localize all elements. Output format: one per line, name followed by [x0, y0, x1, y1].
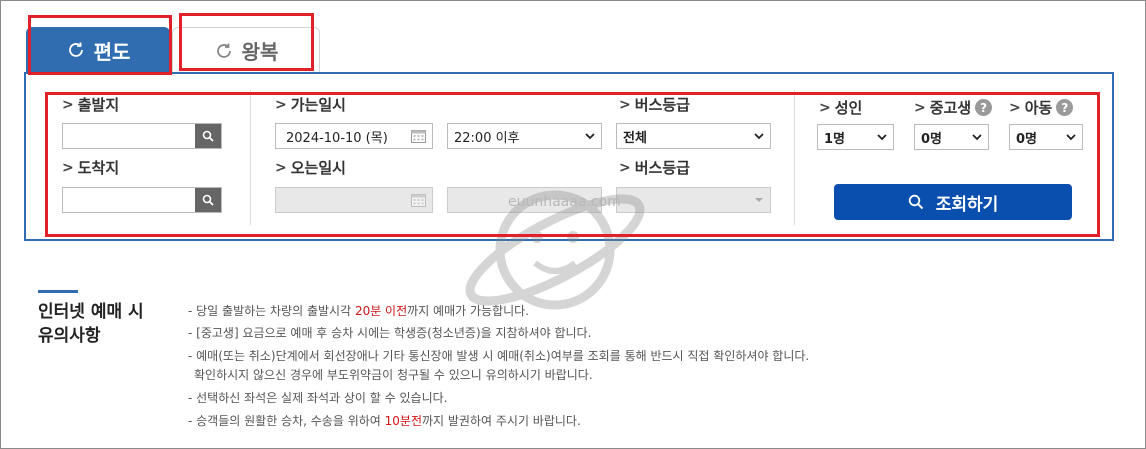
return-time-select [447, 187, 602, 213]
chevron-down-icon [972, 134, 982, 141]
calendar-icon [411, 194, 426, 207]
notice-title: 인터넷 예매 시 유의사항 [38, 300, 144, 348]
notice-item: - [중고생] 요금으로 예매 후 승차 시에는 학생증(청소년증)을 지참하셔… [188, 326, 592, 340]
student-count-select[interactable]: 0명 [914, 124, 989, 150]
refresh-icon [68, 42, 83, 57]
bus-grade-label-text: 버스등급 [634, 96, 690, 114]
depart-date-input[interactable]: 2024-10-10 (목) [275, 123, 433, 149]
arrival-input[interactable] [62, 187, 222, 213]
bus-grade-label: > 버스등급 [619, 96, 690, 114]
tab-roundtrip-label: 왕복 [241, 40, 279, 64]
notice-title-line2: 유의사항 [38, 326, 101, 346]
notice-item: - 당일 출발하는 차량의 출발시각 20분 이전까지 예매가 가능합니다. [188, 304, 530, 318]
bus-grade-value: 전체 [623, 130, 647, 146]
tab-roundtrip[interactable]: 왕복 [172, 27, 320, 73]
tab-oneway-label: 편도 [93, 39, 131, 64]
search-button-label: 조회하기 [935, 194, 999, 215]
chevron-down-icon [877, 134, 887, 141]
notice-item: - 예매(또는 취소)단계에서 회선장애나 기타 통신장애 발생 시 예매(취소… [188, 349, 810, 363]
arrival-label: > 도착지 [62, 159, 120, 177]
depart-date-value: 2024-10-10 (목) [286, 130, 388, 146]
bus-grade-return-label: > 버스등급 [619, 159, 690, 177]
search-icon [908, 194, 923, 210]
bus-grade-select[interactable]: 전체 [616, 123, 771, 149]
depart-date-label: > 가는일시 [275, 96, 346, 114]
help-icon[interactable]: ? [975, 99, 993, 116]
chevron-down-icon [1066, 134, 1076, 141]
notice-item: 확인하시지 않으신 경우에 부도위약금이 청구될 수 있으니 유의하시기 바랍니… [194, 368, 593, 382]
bus-grade-return-label-text: 버스등급 [634, 159, 690, 177]
adult-count-value: 1명 [824, 131, 846, 147]
bus-grade-return-select [616, 187, 771, 213]
return-date-input [275, 187, 433, 213]
notice-item: - 선택하신 좌석은 실제 좌석과 상이 할 수 있습니다. [188, 391, 448, 405]
student-label-text: 중고생 [929, 99, 972, 117]
chevron-down-icon [754, 133, 764, 140]
departure-search-button[interactable] [195, 124, 221, 148]
refresh-icon [216, 43, 231, 58]
notice-title-line1: 인터넷 예매 시 [38, 302, 144, 322]
adult-count-select[interactable]: 1명 [817, 124, 894, 150]
departure-input[interactable] [62, 123, 222, 149]
help-icon[interactable]: ? [1056, 99, 1074, 116]
search-icon [202, 130, 214, 142]
departure-label: > 출발지 [62, 96, 120, 114]
notice-item: - 승객들의 원활한 승차, 수송을 위하여 10분전까지 발권하여 주시기 바… [188, 414, 581, 428]
adult-label: > 성인 [819, 99, 863, 117]
tab-oneway[interactable]: 편도 [26, 27, 170, 73]
student-count-value: 0명 [921, 131, 943, 147]
depart-time-value: 22:00 이후 [454, 130, 520, 146]
notice-accent-bar [38, 290, 78, 293]
calendar-icon[interactable] [411, 129, 426, 143]
search-icon [202, 194, 214, 206]
depart-date-label-text: 가는일시 [290, 96, 346, 114]
column-divider [794, 90, 795, 225]
column-divider [250, 90, 251, 225]
return-date-label-text: 오는일시 [290, 159, 346, 177]
chevron-down-icon [585, 133, 595, 140]
student-label: > 중고생? [914, 97, 993, 118]
child-count-select[interactable]: 0명 [1009, 124, 1083, 150]
child-label-text: 아동 [1024, 99, 1053, 117]
search-button[interactable]: 조회하기 [834, 184, 1072, 220]
return-date-label: > 오는일시 [275, 159, 346, 177]
chevron-down-icon [755, 198, 763, 202]
adult-label-text: 성인 [834, 99, 863, 117]
depart-time-select[interactable]: 22:00 이후 [447, 123, 602, 149]
child-count-value: 0명 [1016, 131, 1038, 147]
arrival-search-button[interactable] [195, 188, 221, 212]
departure-label-text: 출발지 [77, 96, 120, 114]
child-label: > 아동? [1009, 97, 1074, 118]
arrival-label-text: 도착지 [77, 159, 120, 177]
